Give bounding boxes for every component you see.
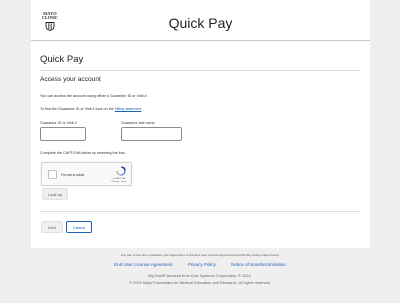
captcha-label: I'm not a robot [61,173,84,177]
billing-instruction-prefix: To find the Guarantor ID or Visit # look… [40,107,115,111]
footer-links: End User License Agreement Privacy Polic… [0,262,400,267]
quick-pay-card: MAYO CLINIC Quick Pay Quick Pay Access y… [31,0,370,248]
recaptcha-terms-link[interactable]: Privacy - Terms [108,181,130,184]
guarantor-last-name-input[interactable] [121,127,182,141]
look-up-button[interactable]: Look up [42,188,68,200]
cancel-button[interactable]: Cancel [66,221,92,233]
footer-agreement-notice: Any use of this site constitutes your ag… [120,253,280,257]
recaptcha-widget: I'm not a robot reCAPTCHA Privacy - Term… [41,162,132,186]
captcha-instruction: Complete the CAPTCHA below by selecting … [40,151,126,155]
recaptcha-icon [116,166,126,176]
page-title: Quick Pay [40,54,84,65]
footer-link-eula[interactable]: End User License Agreement [114,262,173,267]
footer-link-privacy-policy[interactable]: Privacy Policy [188,262,216,267]
footer-mychart-copyright: MyChart® licensed from Epic Systems Corp… [148,273,252,278]
guarantor-id-input[interactable] [40,127,86,141]
footer-mayo-copyright: © 2022 Mayo Foundation for Medical Educa… [129,280,271,285]
page-header: MAYO CLINIC Quick Pay [31,0,370,41]
footer-link-nondiscrimination[interactable]: Notice of Nondiscrimination [231,262,286,267]
billing-statement-link[interactable]: billing statement [115,107,142,111]
billing-instruction-suffix: . [141,107,143,111]
next-button[interactable]: Next [41,221,63,233]
app-title: Quick Pay [168,15,233,31]
billing-instruction-text: To find the Guarantor ID or Visit # look… [40,107,142,111]
captcha-checkbox[interactable] [48,170,57,179]
guarantor-id-label: Guarantor ID or Visit # [40,121,77,125]
section-divider [40,70,361,71]
recaptcha-brand: reCAPTCHA Privacy - Terms [108,178,130,183]
section-title: Access your account [40,76,101,83]
guarantor-last-name-label: Guarantor last name [121,121,155,125]
instruction-text: You can access the account using either … [40,94,148,98]
actions-divider [40,211,361,212]
